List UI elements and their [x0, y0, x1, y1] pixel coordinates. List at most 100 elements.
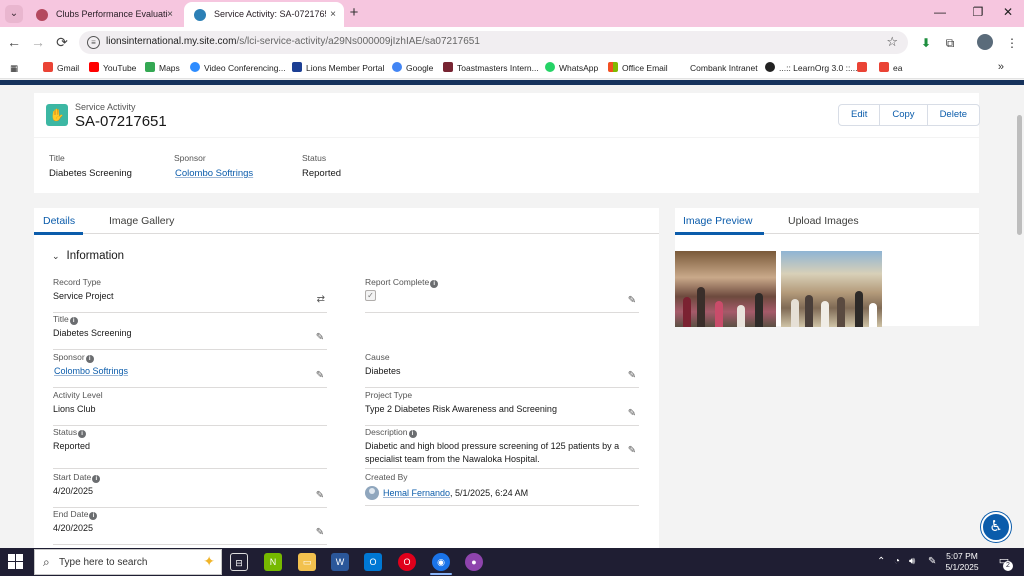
created-by-user-link[interactable]: Hemal Fernando	[383, 488, 450, 498]
bookmark-gmail[interactable]: Gmail	[43, 62, 79, 74]
bookmark-learnorg[interactable]: ...:: LearnOrg 3.0 ::...	[765, 62, 857, 74]
edit-pencil-icon[interactable]: ✎	[627, 296, 637, 306]
highlight-sponsor: Sponsor Colombo Softrings	[174, 153, 254, 179]
section-information[interactable]: ⌄ Information	[52, 250, 124, 262]
tab-details[interactable]: Details	[43, 215, 75, 227]
notification-count-badge: 2	[1003, 561, 1013, 571]
edit-pencil-icon[interactable]: ✎	[315, 491, 325, 501]
edit-pencil-icon[interactable]: ✎	[315, 528, 325, 538]
gmail-icon	[857, 62, 867, 72]
service-activity-icon: ✋	[46, 104, 68, 126]
info-icon[interactable]: i	[430, 280, 439, 288]
word-icon[interactable]: W	[331, 553, 349, 571]
copy-button[interactable]: Copy	[880, 105, 928, 125]
search-highlight-icon: ✦	[203, 553, 215, 569]
browser-tab-service-activity[interactable]: Service Activity: SA-07217651 ×	[184, 2, 344, 27]
outlook-icon[interactable]: O	[364, 553, 382, 571]
url-text[interactable]: lionsinternational.my.site.com/s/lci-ser…	[106, 36, 480, 47]
preview-image-2[interactable]	[781, 251, 882, 327]
details-panel: Details Image Gallery ⌄ Information Recor…	[34, 208, 659, 548]
download-icon[interactable]: ⬇	[918, 35, 934, 51]
forward-icon[interactable]: →	[29, 33, 47, 51]
edit-pencil-icon[interactable]: ✎	[627, 409, 637, 419]
bookmark-star-icon[interactable]: ☆	[886, 34, 898, 50]
tab-image-gallery[interactable]: Image Gallery	[109, 215, 174, 227]
profile-avatar[interactable]	[977, 34, 993, 50]
nvidia-icon[interactable]: N	[264, 553, 282, 571]
bookmark-maps[interactable]: Maps	[145, 62, 180, 74]
info-icon[interactable]: i	[69, 317, 78, 325]
field-end-date: End Date i 4/20/2025 ✎	[53, 509, 327, 545]
file-explorer-icon[interactable]: ▭	[298, 553, 316, 571]
opera-icon[interactable]: O	[398, 553, 416, 571]
delete-button[interactable]: Delete	[928, 105, 979, 125]
app-drop-icon[interactable]: ●	[465, 553, 483, 571]
apps-grid-icon[interactable]: ▦	[10, 62, 18, 74]
edit-button[interactable]: Edit	[839, 105, 881, 125]
volume-icon[interactable]: 🔊︎	[909, 556, 915, 567]
address-bar[interactable]: ≡ lionsinternational.my.site.com/s/lci-s…	[79, 31, 908, 54]
tab-image-preview[interactable]: Image Preview	[683, 215, 752, 227]
extensions-icon[interactable]: ⧉	[942, 35, 958, 51]
edit-pencil-icon[interactable]: ✎	[627, 371, 637, 381]
edit-pencil-icon[interactable]: ✎	[315, 333, 325, 343]
restore-window-icon[interactable]: ❐	[968, 5, 988, 19]
accessibility-icon[interactable]: ♿	[981, 512, 1011, 542]
info-icon[interactable]: i	[92, 475, 101, 483]
network-icon[interactable]: ◔	[894, 556, 900, 567]
sponsor-link[interactable]: Colombo Softrings	[54, 366, 128, 376]
bookmark-ea[interactable]: ea	[879, 62, 902, 74]
reload-icon[interactable]: ⟳	[53, 33, 71, 51]
bookmark-combank-intranet[interactable]: Combank Intranet	[690, 62, 758, 74]
bookmark-toastmasters[interactable]: Toastmasters Intern...	[443, 62, 539, 74]
field-created-by: Created By Hemal Fernando, 5/1/2025, 6:2…	[365, 472, 639, 506]
search-icon: ⌕	[43, 555, 50, 569]
image-tabs: Image Preview Upload Images	[675, 208, 979, 235]
tab-search-dropdown-icon[interactable]: ⌄	[5, 5, 23, 23]
bookmark-lions-member-portal[interactable]: Lions Member Portal	[292, 62, 384, 74]
info-icon[interactable]: i	[85, 355, 94, 363]
user-avatar-icon	[365, 486, 379, 500]
bookmark-whatsapp[interactable]: WhatsApp	[545, 62, 598, 74]
bookmark-youtube[interactable]: YouTube	[89, 62, 136, 74]
edit-pencil-icon[interactable]: ✎	[315, 371, 325, 381]
search-placeholder: Type here to search	[59, 557, 148, 568]
scrollbar-thumb[interactable]	[1017, 115, 1022, 235]
menu-kebab-icon[interactable]: ⋮	[1004, 35, 1020, 51]
info-icon[interactable]: i	[408, 430, 417, 438]
report-complete-checkbox[interactable]: ✓	[365, 290, 376, 301]
bookmark-gmail-2[interactable]	[857, 62, 871, 74]
bookmark-video-conferencing[interactable]: Video Conferencing...	[190, 62, 286, 74]
minimize-window-icon[interactable]: —	[930, 5, 950, 19]
edit-pencil-icon[interactable]: ✎	[627, 446, 637, 456]
task-view-icon[interactable]: ⊟	[230, 553, 248, 571]
tab-close-icon[interactable]: ×	[167, 2, 173, 27]
toastmasters-icon	[443, 62, 453, 72]
sponsor-link[interactable]: Colombo Softrings	[175, 168, 253, 179]
preview-image-1[interactable]	[675, 251, 776, 327]
bookmark-office-email[interactable]: Office Email	[608, 62, 668, 74]
back-icon[interactable]: ←	[5, 33, 23, 51]
bookmark-google[interactable]: Google	[392, 62, 433, 74]
new-tab-icon[interactable]: +	[346, 4, 362, 21]
tab-close-icon[interactable]: ×	[330, 2, 336, 27]
browser-tab-clubs-performance[interactable]: Clubs Performance Evaluation S ×	[26, 2, 181, 27]
close-window-icon[interactable]: ✕	[998, 5, 1018, 19]
more-bookmarks-icon[interactable]: »	[998, 61, 1004, 73]
site-info-icon[interactable]: ≡	[87, 36, 100, 49]
chrome-icon[interactable]: ◉	[432, 553, 450, 571]
pen-icon[interactable]: ✎	[928, 556, 936, 567]
info-icon[interactable]: i	[89, 512, 98, 520]
taskbar-search-box[interactable]: ⌕ Type here to search ✦	[34, 549, 222, 575]
show-hidden-icons-icon[interactable]: ⌃	[877, 556, 885, 567]
windows-start-icon[interactable]	[8, 554, 24, 570]
tab-upload-images[interactable]: Upload Images	[788, 215, 859, 227]
info-icon[interactable]: i	[78, 430, 87, 438]
record-header: ✋ Service Activity SA-07217651 Edit Copy…	[34, 93, 981, 193]
taskbar-clock[interactable]: 5:07 PM 5/1/2025	[942, 551, 982, 573]
zoom-icon	[190, 62, 200, 72]
page-scrollbar[interactable]	[1015, 85, 1024, 548]
change-record-type-icon[interactable]: ⇄	[317, 294, 325, 305]
field-project-type: Project Type Type 2 Diabetes Risk Awaren…	[365, 390, 639, 426]
field-report-complete: Report Complete i ✓ ✎	[365, 277, 639, 313]
